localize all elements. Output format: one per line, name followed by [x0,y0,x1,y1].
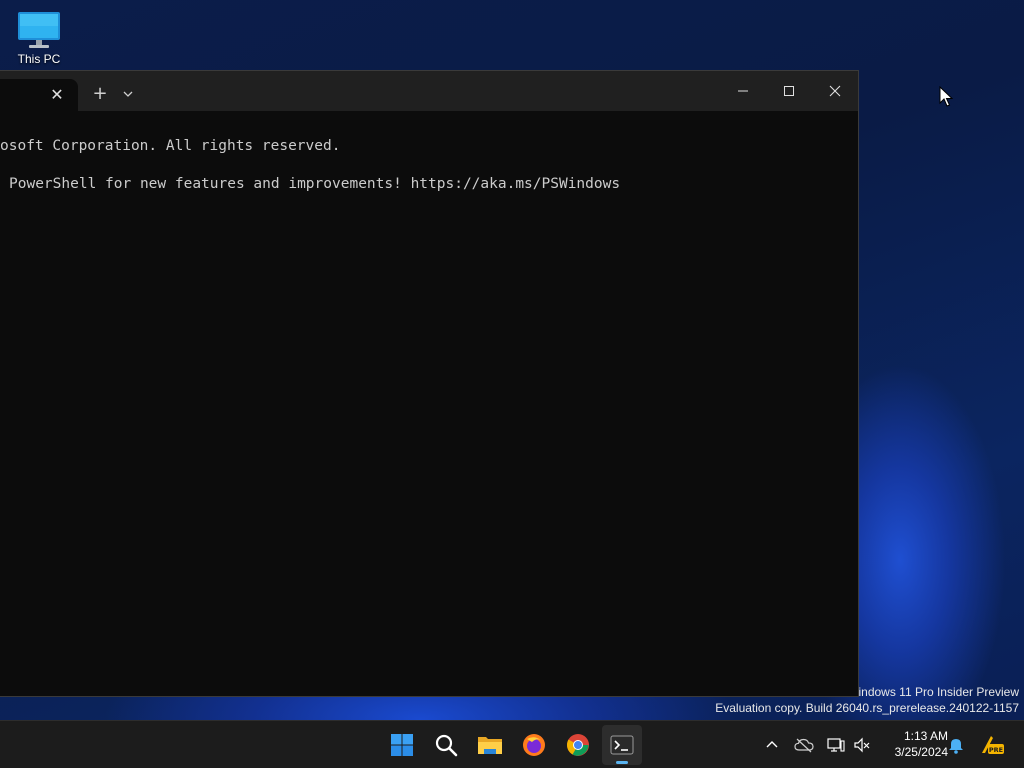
taskbar: 1:13 AM 3/25/2024 PRE [0,720,1024,768]
tab-dropdown-button[interactable] [120,86,136,102]
windows-logo-icon [391,734,413,756]
file-explorer-button[interactable] [470,725,510,765]
network-tray-button[interactable] [824,733,848,757]
close-icon [829,85,841,97]
insider-badge[interactable]: PRE [978,733,1006,757]
desktop-icon-this-pc[interactable]: This PC [8,8,70,66]
minimize-button[interactable] [728,79,758,103]
console-line: PowerShell for new features and improvem… [9,176,621,192]
bell-icon [949,739,963,754]
minimize-icon [738,90,748,92]
terminal-window[interactable]: ✕ + osoft Corporation. All rights reserv… [0,70,859,697]
mouse-cursor-icon [939,86,953,107]
close-window-button[interactable] [820,79,850,103]
monitor-icon [18,12,60,48]
insider-badge-icon: PRE [982,736,1004,754]
maximize-button[interactable] [774,79,804,103]
firefox-button[interactable] [514,725,554,765]
console-output[interactable]: osoft Corporation. All rights reserved. … [0,137,858,213]
taskbar-clock[interactable]: 1:13 AM 3/25/2024 [878,728,948,760]
volume-tray-button[interactable] [850,733,874,757]
firefox-icon [523,734,545,756]
clock-date: 3/25/2024 [894,745,948,759]
maximize-icon [784,86,794,96]
active-app-indicator [616,761,628,764]
notifications-button[interactable] [944,733,968,757]
watermark-line-build: Evaluation copy. Build 26040.rs_prerelea… [715,701,1019,715]
chevron-down-icon [123,91,133,97]
chevron-up-icon [766,741,778,748]
volume-muted-icon [854,737,870,753]
start-button[interactable] [382,725,422,765]
onedrive-tray-button[interactable] [792,733,816,757]
show-hidden-icons-button[interactable] [760,733,784,757]
desktop-icon-label: This PC [17,52,61,66]
tab-powershell[interactable]: ✕ [0,79,78,111]
search-icon [435,734,458,757]
insider-badge-text: PRE [989,746,1003,754]
cloud-offline-icon [794,738,814,753]
search-button[interactable] [426,725,466,765]
chrome-button[interactable] [558,725,598,765]
network-icon [827,738,845,752]
terminal-taskbar-button[interactable] [602,725,642,765]
close-icon[interactable]: ✕ [48,86,66,104]
terminal-icon [610,735,634,755]
chrome-icon [567,734,589,756]
terminal-titlebar[interactable]: ✕ + [0,71,858,111]
new-tab-button[interactable]: + [90,84,110,104]
clock-time: 1:13 AM [903,729,948,743]
folder-icon [478,737,502,754]
console-line: osoft Corporation. All rights reserved. [0,138,341,154]
